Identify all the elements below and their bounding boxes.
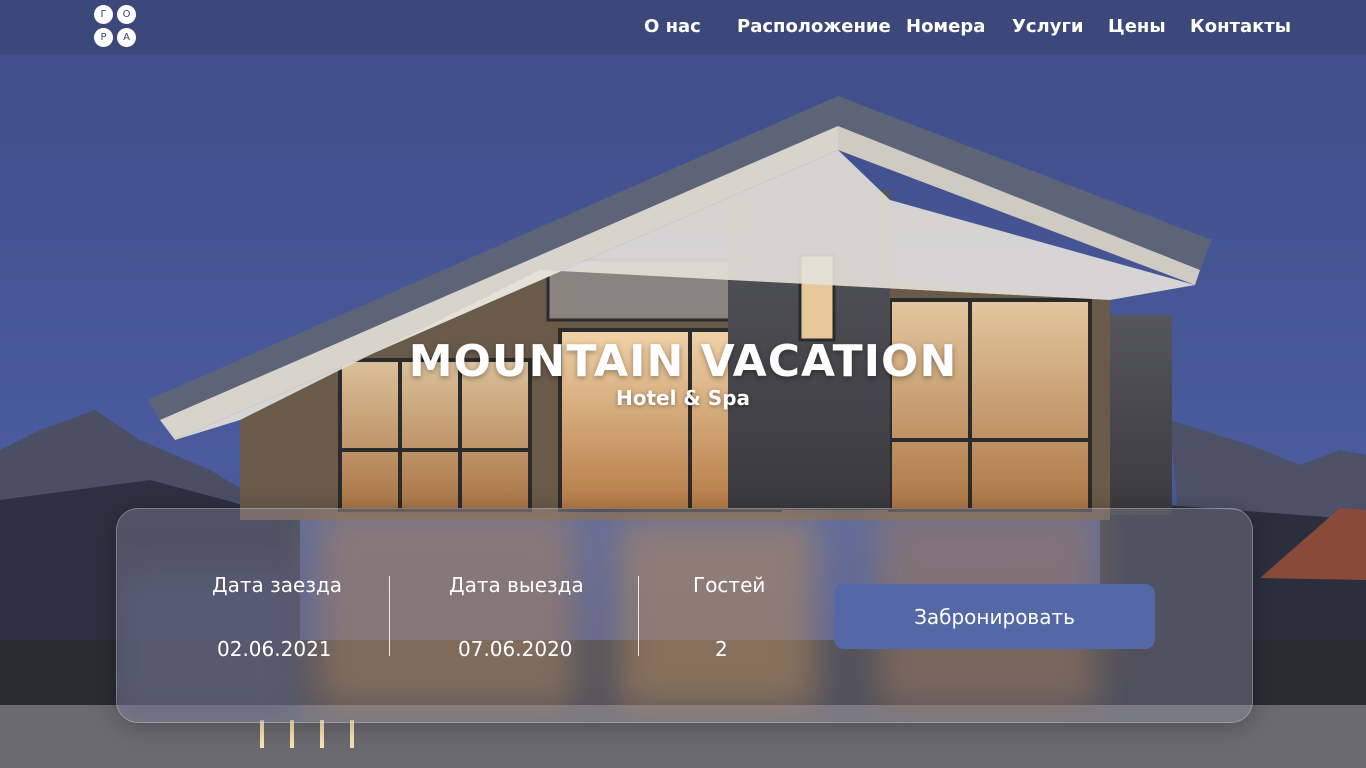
divider [389,576,390,656]
nav-link-location[interactable]: Расположение [737,16,891,37]
logo-letter: Г [94,5,113,24]
checkin-value[interactable]: 02.06.2021 [217,637,332,661]
logo-letter: О [117,5,136,24]
logo-letter: Р [94,28,113,47]
guests-label: Гостей [693,573,766,597]
book-button[interactable]: Забронировать [834,584,1155,649]
nav-link-rooms[interactable]: Номера [906,16,985,37]
logo[interactable]: Г О Р А [94,5,138,49]
divider [638,576,639,656]
checkin-label: Дата заезда [212,573,343,597]
checkout-value[interactable]: 07.06.2020 [458,637,573,661]
hero-subtitle: Hotel & Spa [615,386,751,410]
nav-link-about[interactable]: О нас [644,16,701,37]
nav-link-prices[interactable]: Цены [1108,16,1166,37]
logo-letter: А [117,28,136,47]
checkout-label: Дата выезда [449,573,584,597]
nav-link-contacts[interactable]: Контакты [1190,16,1291,37]
hero-title: MOUNTAIN VACATION [408,336,958,387]
nav-link-services[interactable]: Услуги [1012,16,1083,37]
guests-value[interactable]: 2 [715,637,728,661]
booking-panel: Дата заезда 02.06.2021 Дата выезда 07.06… [116,508,1253,723]
top-navbar: Г О Р А О нас Расположение Номера Услуги… [0,0,1366,54]
